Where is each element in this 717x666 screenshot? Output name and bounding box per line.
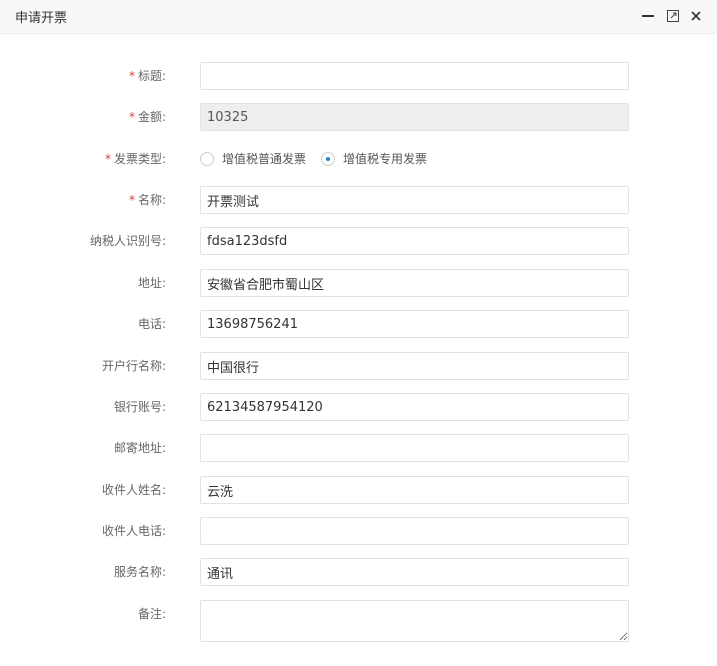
required-mark: * [104, 152, 111, 166]
tax-id-label: 纳税人识别号: [89, 234, 166, 248]
invoice-type-row: * 发票类型: 增值税普通发票 增值税专用发票 [0, 145, 717, 173]
name-input[interactable] [200, 186, 629, 214]
radio-circle-unchecked [200, 152, 214, 166]
mail-address-label: 邮寄地址: [113, 441, 166, 455]
bank-account-input[interactable] [200, 393, 629, 421]
recipient-phone-input[interactable] [200, 517, 629, 545]
bank-name-row: 开户行名称: [0, 352, 717, 380]
recipient-name-label: 收件人姓名: [101, 483, 166, 497]
amount-input [200, 103, 629, 131]
tax-id-row: 纳税人识别号: [0, 227, 717, 255]
service-name-input[interactable] [200, 558, 629, 586]
recipient-phone-row: 收件人电话: [0, 517, 717, 545]
dialog-title: 申请开票 [15, 11, 68, 26]
remark-textarea[interactable] [200, 600, 629, 642]
name-label: * 名称: [128, 193, 166, 207]
mail-address-row: 邮寄地址: [0, 434, 717, 462]
dialog-titlebar: 申请开票 [0, 0, 717, 34]
required-mark: * [128, 193, 135, 207]
remark-row: 备注: [0, 600, 717, 642]
recipient-phone-label: 收件人电话: [101, 524, 166, 538]
name-row: * 名称: [0, 186, 717, 214]
bank-name-input[interactable] [200, 352, 629, 380]
remark-label: 备注: [137, 607, 166, 621]
recipient-name-row: 收件人姓名: [0, 476, 717, 504]
phone-label: 电话: [137, 317, 166, 331]
close-icon[interactable] [689, 9, 703, 23]
phone-input[interactable] [200, 310, 629, 338]
required-mark: * [128, 110, 135, 124]
recipient-name-input[interactable] [200, 476, 629, 504]
address-label: 地址: [137, 276, 166, 290]
service-name-row: 服务名称: [0, 558, 717, 586]
amount-row: * 金额: [0, 103, 717, 131]
invoice-type-label: * 发票类型: [104, 152, 166, 166]
invoice-dialog: 申请开票 *标题: *金额: *发票类型: 增值税普 [0, 0, 717, 666]
title-row: * 标题: [0, 62, 717, 90]
maximize-icon[interactable] [666, 9, 680, 23]
address-input[interactable] [200, 269, 629, 297]
bank-account-label: 银行账号: [113, 400, 166, 414]
title-input[interactable] [200, 62, 629, 90]
tax-id-input[interactable] [200, 227, 629, 255]
bank-account-row: 银行账号: [0, 393, 717, 421]
minimize-icon[interactable] [641, 9, 655, 23]
phone-row: 电话: [0, 310, 717, 338]
address-row: 地址: [0, 269, 717, 297]
service-name-label: 服务名称: [113, 565, 166, 579]
required-mark: * [128, 69, 135, 83]
bank-name-label: 开户行名称: [101, 359, 166, 373]
radio-circle-checked [321, 152, 335, 166]
amount-label: * 金额: [128, 110, 166, 124]
mail-address-input[interactable] [200, 434, 629, 462]
title-label: * 标题: [128, 69, 166, 83]
